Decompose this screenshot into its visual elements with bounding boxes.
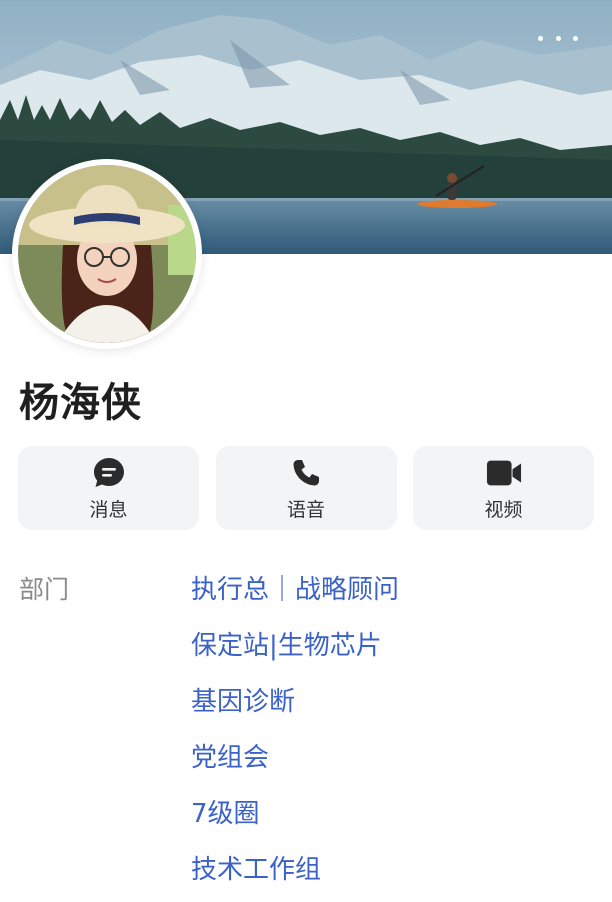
voice-call-button[interactable]: 语音 <box>215 446 397 530</box>
more-options-button[interactable] <box>538 28 578 48</box>
message-label: 消息 <box>89 498 128 521</box>
department-link[interactable]: 党组会 <box>191 740 599 796</box>
department-link[interactable]: 7级圈 <box>191 796 599 852</box>
department-list: 执行总｜战略顾问 保定站|生物芯片 基因诊断 党组会 7级圈 技术工作组 <box>191 572 599 902</box>
department-link[interactable]: 基因诊断 <box>191 684 599 740</box>
avatar[interactable] <box>12 159 202 349</box>
department-link[interactable]: 技术工作组 <box>191 852 599 902</box>
video-call-button[interactable]: 视频 <box>413 446 594 530</box>
phone-icon <box>288 455 324 491</box>
department-link[interactable]: 保定站|生物芯片 <box>191 628 599 684</box>
video-camera-icon <box>486 455 522 491</box>
department-link[interactable]: 执行总｜战略顾问 <box>191 572 599 628</box>
message-button[interactable]: 消息 <box>18 446 199 530</box>
more-dot <box>573 35 578 41</box>
department-section: 部门 执行总｜战略顾问 保定站|生物芯片 基因诊断 党组会 7级圈 技术工作组 <box>19 572 599 902</box>
more-dot <box>555 35 561 41</box>
video-label: 视频 <box>484 498 523 521</box>
profile-name: 杨海侠 <box>19 380 142 426</box>
more-horizontal-icon <box>538 35 543 41</box>
voice-label: 语音 <box>286 498 325 521</box>
department-label: 部门 <box>19 575 70 604</box>
action-bar: 消息 语音 视频 <box>18 446 594 530</box>
chat-bubble-icon <box>91 455 127 491</box>
